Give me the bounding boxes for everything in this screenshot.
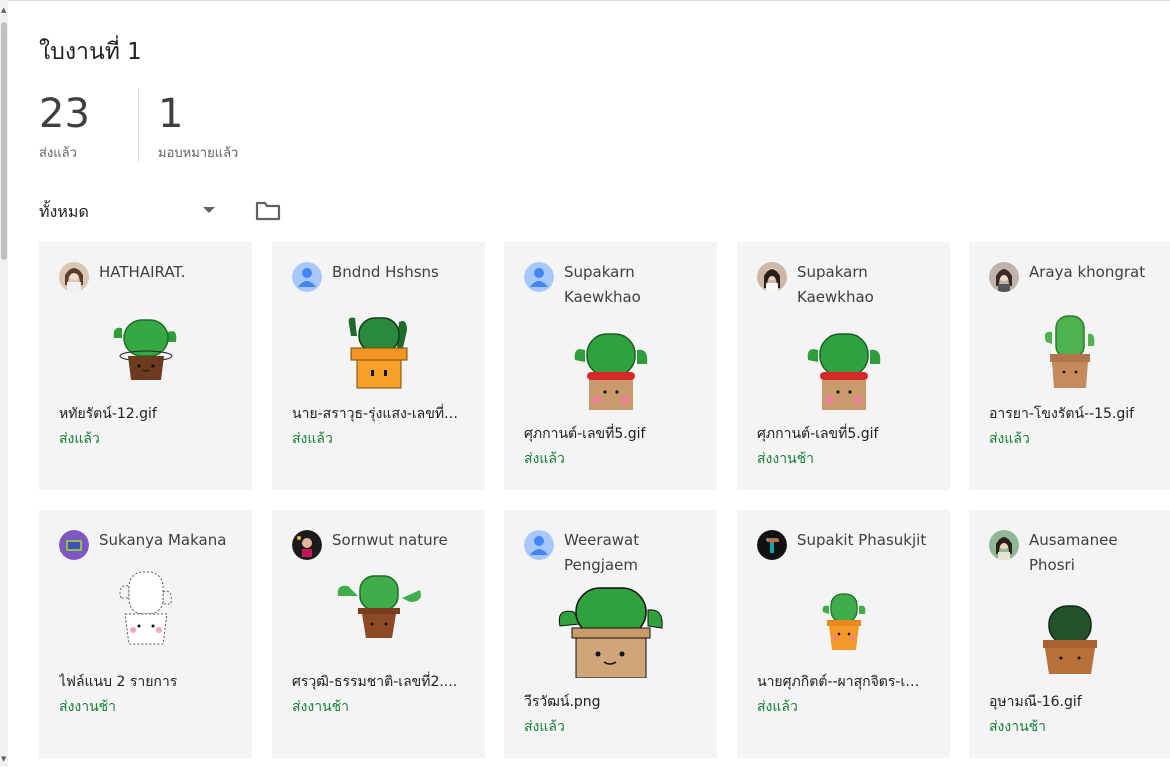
file-thumbnail[interactable] [969, 604, 1170, 676]
arrow-drop-down-icon [203, 207, 215, 213]
folder-icon [255, 201, 281, 221]
status-label: ส่งแล้ว [292, 431, 333, 447]
student-name: Sukanya Makana [99, 531, 227, 549]
submission-card[interactable]: Sukanya Makana ไฟล์แนบ 2 รายการ ส่งงานช้… [39, 510, 252, 758]
file-thumbnail[interactable] [969, 312, 1170, 392]
file-name[interactable]: นาย-สราวุธ-รุ่งแสง-เลขที่… [292, 403, 473, 425]
stat-number: 23 [39, 91, 90, 137]
scroll-thumb[interactable] [1, 22, 7, 260]
file-thumbnail[interactable] [39, 568, 252, 648]
cactus-image [807, 333, 880, 410]
student-name: Araya khongrat [1029, 263, 1146, 281]
status-label: ส่งงานช้า [59, 699, 117, 715]
status-label: ส่งแล้ว [524, 451, 565, 467]
student-name: Supakit Phasukjit [797, 531, 927, 549]
submission-card[interactable]: HATHAIRAT. หทัยรัตน์-12.gif ส่งแล้ว [39, 242, 252, 490]
submission-card[interactable]: Araya khongrat อารยา-โขงรัตน์--15.gif ส่… [969, 242, 1170, 490]
file-name[interactable]: วีรวัฒน์.png [524, 691, 705, 713]
file-name[interactable]: ศุภกานต์-เลขที่5.gif [757, 423, 938, 445]
stat-turned-in[interactable]: 23 ส่งแล้ว [39, 88, 90, 163]
stat-assigned[interactable]: 1 มอบหมายแล้ว [158, 88, 238, 163]
status-label: ส่งแล้ว [989, 431, 1030, 447]
scrollbar[interactable]: ▲ ▼ [0, 0, 8, 767]
avatar [59, 530, 89, 560]
default-avatar-icon [524, 262, 554, 292]
student-name: Supakarn Kaewkhao [797, 263, 874, 306]
cactus-image [822, 593, 865, 650]
avatar [989, 530, 1019, 560]
file-name[interactable]: ศรวุฒิ-ธรรมชาติ-เลขที่2.... [292, 671, 473, 693]
avatar [59, 262, 89, 292]
avatar [989, 262, 1019, 292]
file-name[interactable]: ไฟล์แนบ 2 รายการ [59, 671, 240, 693]
cactus-image [1042, 605, 1097, 674]
status-label: ส่งงานช้า [292, 699, 350, 715]
cactus-image [113, 319, 176, 380]
scroll-down-icon[interactable]: ▼ [1, 755, 6, 763]
cactus-image [1044, 315, 1094, 388]
stat-divider [138, 88, 139, 162]
file-thumbnail[interactable] [737, 592, 950, 654]
file-thumbnail[interactable] [504, 330, 717, 410]
status-label: ส่งงานช้า [989, 719, 1047, 735]
file-thumbnail[interactable] [504, 586, 717, 678]
file-thumbnail[interactable] [737, 330, 950, 410]
status-label: ส่งงานช้า [757, 451, 815, 467]
cactus-sketch-image [119, 571, 172, 645]
submission-card[interactable]: Supakarn Kaewkhao ศุภกานต์-เลขที่5.gif ส… [737, 242, 950, 490]
file-thumbnail[interactable] [39, 312, 252, 384]
default-avatar-icon [524, 530, 554, 560]
cactus-image [574, 333, 647, 410]
file-thumbnail[interactable] [272, 572, 485, 642]
submission-card[interactable]: Sornwut nature ศรวุฒิ-ธรรมชาติ-เลขที่2..… [272, 510, 485, 758]
student-name: Weerawat Pengjaem [564, 531, 640, 574]
file-name[interactable]: หทัยรัตน์-12.gif [59, 403, 240, 425]
stat-number: 1 [158, 91, 184, 137]
filter-dropdown[interactable]: ทั้งหมด [39, 196, 219, 224]
avatar [292, 530, 322, 560]
submission-card[interactable]: Supakarn Kaewkhao ศุภกานต์-เลขที่5.gif ส… [504, 242, 717, 490]
file-name[interactable]: อุษามณี-16.gif [989, 691, 1158, 713]
file-thumbnail[interactable] [272, 312, 485, 392]
top-border [0, 0, 1170, 1]
submission-card[interactable]: Bndnd Hshsns นาย-สราวุธ-รุ่งแสง-เลขที่… … [272, 242, 485, 490]
student-name: HATHAIRAT. [99, 263, 186, 281]
file-name[interactable]: ศุภกานต์-เลขที่5.gif [524, 423, 705, 445]
file-name[interactable]: นายศุภกิตต์--ผาสุกจิตร-เ… [757, 671, 938, 693]
file-name[interactable]: อารยา-โขงรัตน์--15.gif [989, 403, 1158, 425]
cactus-image [337, 575, 421, 638]
submission-card[interactable]: Weerawat Pengjaem วีรวัฒน์.png ส่งแล้ว [504, 510, 717, 758]
student-name: Bndnd Hshsns [332, 263, 439, 281]
avatar [757, 530, 787, 560]
status-label: ส่งแล้ว [524, 719, 565, 735]
student-name: Sornwut nature [332, 531, 448, 549]
scroll-up-icon[interactable]: ▲ [1, 6, 6, 14]
student-name: Ausamanee Phosri [1029, 531, 1118, 574]
status-label: ส่งแล้ว [59, 431, 100, 447]
status-label: ส่งแล้ว [757, 699, 798, 715]
submission-card[interactable]: Supakit Phasukjit นายศุภกิตต์--ผาสุกจิตร… [737, 510, 950, 758]
stat-label: ส่งแล้ว [39, 146, 77, 161]
filter-selected-value: ทั้งหมด [39, 202, 89, 221]
cactus-image [558, 587, 663, 678]
assignment-title: ใบงานที่ 1 [39, 39, 142, 65]
stat-label: มอบหมายแล้ว [158, 146, 239, 161]
submission-card[interactable]: Ausamanee Phosri อุษามณี-16.gif ส่งงานช้… [969, 510, 1170, 758]
avatar [757, 262, 787, 292]
folder-button[interactable] [254, 198, 284, 224]
default-avatar-icon [292, 262, 322, 292]
student-name: Supakarn Kaewkhao [564, 263, 641, 306]
cactus-image [348, 317, 407, 389]
